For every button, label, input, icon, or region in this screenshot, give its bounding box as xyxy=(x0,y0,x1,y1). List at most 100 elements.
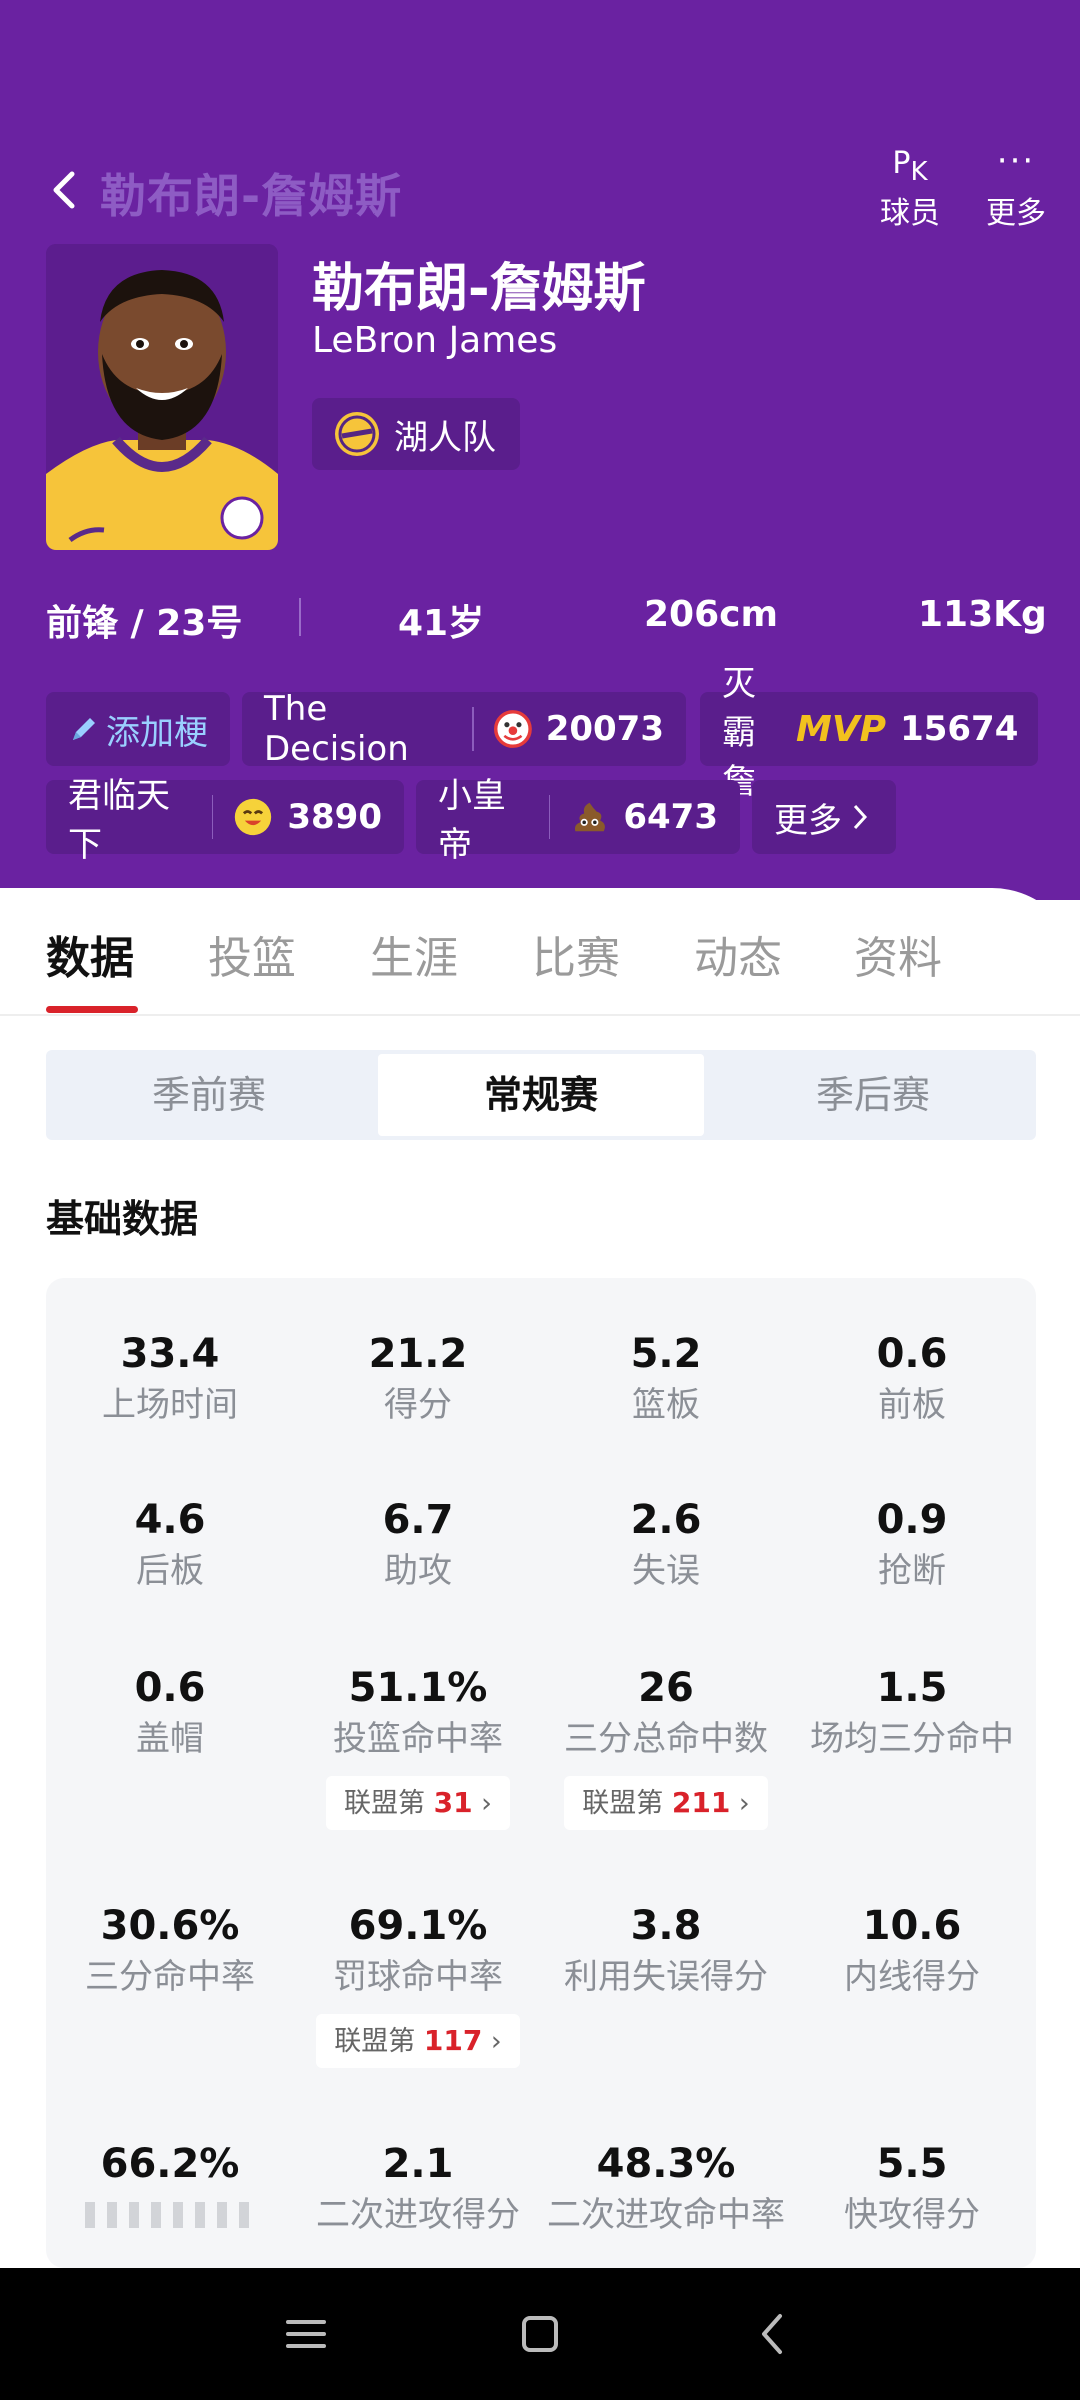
nickname-tag[interactable]: The Decision 20073 xyxy=(242,689,686,769)
stat-label: 上场时间 xyxy=(102,1385,238,1425)
player-name-cn: 勒布朗-詹姆斯 xyxy=(312,259,646,319)
stat-label: 快攻得分 xyxy=(844,2195,980,2235)
stat-item: 1.5 场均三分命中 xyxy=(788,1664,1036,1762)
content-panel: 数据 投篮 生涯 比赛 动态 资料 季前赛 常规赛 季后赛 基础数据 33.4 … xyxy=(0,888,1080,2268)
top-bar: 勒布朗-詹姆斯 PK 球员 ··· 更多 xyxy=(0,140,1080,240)
stat-value: 6.7 xyxy=(382,1497,454,1543)
tab-news[interactable]: 动态 xyxy=(694,922,782,986)
clown-icon xyxy=(493,710,532,748)
tag-divider xyxy=(548,795,551,839)
tab-shooting[interactable]: 投篮 xyxy=(208,922,296,986)
stat-value: 5.2 xyxy=(630,1331,702,1377)
stat-label: 后板 xyxy=(136,1551,204,1591)
league-rank-badge[interactable]: 联盟第 31 › xyxy=(326,1776,510,1830)
season-playoffs[interactable]: 季后赛 xyxy=(710,1050,1036,1140)
chevron-right-icon xyxy=(853,804,868,830)
tab-games[interactable]: 比赛 xyxy=(532,922,620,986)
stat-item: 6.7 助攻 xyxy=(294,1496,542,1594)
stat-item: 0.6 前板 xyxy=(788,1330,1036,1428)
add-nickname-label: 添加梗 xyxy=(106,712,208,753)
stat-value: 30.6% xyxy=(100,1903,240,1949)
nickname-count: 15674 xyxy=(900,709,1019,749)
nickname-count: 20073 xyxy=(545,709,664,749)
stat-label: 二次进攻得分 xyxy=(316,2195,520,2235)
stat-label: 内线得分 xyxy=(844,1957,980,1997)
rank-prefix: 联盟第 xyxy=(334,2026,416,2057)
stat-value: 66.2% xyxy=(100,2141,240,2187)
add-nickname-button[interactable]: 添加梗 xyxy=(46,692,230,766)
tab-data[interactable]: 数据 xyxy=(46,922,134,986)
stat-item: 69.1% 罚球命中率 联盟第 117 › xyxy=(294,1902,542,2068)
stat-label: 前板 xyxy=(878,1385,946,1425)
stat-value: 21.2 xyxy=(368,1331,468,1377)
pk-button[interactable]: PK 球员 xyxy=(860,146,960,232)
rank-prefix: 联盟第 xyxy=(582,1788,664,1819)
position-number: 前锋 / 23号 xyxy=(46,603,243,644)
stat-item: 48.3% 二次进攻命中率 xyxy=(542,2140,790,2238)
stat-item: 5.2 篮板 xyxy=(542,1330,790,1428)
nickname-tag[interactable]: 灭霸詹 MVP 15674 xyxy=(700,664,1038,802)
stat-item: 33.4 上场时间 xyxy=(46,1330,294,1428)
home-icon[interactable] xyxy=(514,2308,566,2360)
season-type-selector: 季前赛 常规赛 季后赛 xyxy=(46,1050,1036,1140)
poop-icon xyxy=(575,802,606,832)
season-preseason[interactable]: 季前赛 xyxy=(46,1050,372,1140)
league-rank-badge[interactable]: 联盟第 117 › xyxy=(316,2014,520,2068)
rank-value: 117 xyxy=(423,2024,483,2057)
tab-career[interactable]: 生涯 xyxy=(370,922,458,986)
more-nicknames-button[interactable]: 更多 xyxy=(752,780,896,854)
stat-item: 5.5 快攻得分 xyxy=(788,2140,1036,2238)
stat-label: 二次进攻命中率 xyxy=(547,2195,785,2235)
nickname-tag[interactable]: 君临天下 3890 xyxy=(46,776,404,865)
player-name-en: LeBron James xyxy=(312,320,558,361)
stat-label: 助攻 xyxy=(384,1551,452,1591)
stat-value: 2.6 xyxy=(630,1497,702,1543)
more-nicknames-label: 更多 xyxy=(774,800,842,841)
nickname-tag[interactable]: 小皇帝 6473 xyxy=(416,776,740,865)
nickname-text: 小皇帝 xyxy=(438,776,506,865)
back-nav-icon[interactable] xyxy=(748,2308,800,2360)
back-icon[interactable] xyxy=(44,168,88,212)
tab-profile[interactable]: 资料 xyxy=(854,922,942,986)
stat-value: 10.6 xyxy=(862,1903,962,1949)
stat-item: 21.2 得分 xyxy=(294,1330,542,1428)
stat-item: 10.6 内线得分 xyxy=(788,1902,1036,2000)
nickname-count: 3890 xyxy=(287,797,382,837)
pk-icon: PK xyxy=(892,146,928,187)
stat-value: 33.4 xyxy=(120,1331,220,1377)
league-rank-badge[interactable]: 联盟第 211 › xyxy=(564,1776,768,1830)
team-chip[interactable]: 湖人队 xyxy=(312,398,520,470)
rank-value: 31 xyxy=(433,1786,473,1819)
stat-label: 三分总命中数 xyxy=(564,1719,768,1759)
rank-prefix: 联盟第 xyxy=(344,1788,426,1819)
stat-item: 66.2% xyxy=(46,2140,294,2232)
season-regular[interactable]: 常规赛 xyxy=(378,1054,704,1136)
stat-value: 2.1 xyxy=(382,2141,454,2187)
player-header: 勒布朗-詹姆斯 PK 球员 ··· 更多 勒布朗-詹姆斯 LeBron Jame… xyxy=(0,0,1080,900)
stat-value: 5.5 xyxy=(876,2141,948,2187)
stat-item: 30.6% 三分命中率 xyxy=(46,1902,294,2000)
lakers-logo-icon xyxy=(335,412,379,456)
nickname-text: 君临天下 xyxy=(68,776,170,865)
menu-icon[interactable] xyxy=(280,2308,332,2360)
happy-face-icon xyxy=(235,798,272,836)
player-age: 41岁 xyxy=(398,603,485,644)
rank-value: 211 xyxy=(671,1786,731,1819)
stat-label: 抢断 xyxy=(878,1551,946,1591)
stat-value: 4.6 xyxy=(134,1497,206,1543)
chevron-right-icon: › xyxy=(738,1788,750,1819)
stat-item: 4.6 后板 xyxy=(46,1496,294,1594)
stat-value: 0.6 xyxy=(134,1665,206,1711)
info-divider xyxy=(299,598,301,636)
section-title: 基础数据 xyxy=(46,1197,199,1241)
player-info-row: 前锋 / 23号 41岁 206cm 113Kg xyxy=(0,594,1080,644)
stat-item: 51.1% 投篮命中率 联盟第 31 › xyxy=(294,1664,542,1830)
pencil-icon xyxy=(73,718,95,740)
stat-value: 69.1% xyxy=(348,1903,488,1949)
basic-stats-grid: 33.4 上场时间 21.2 得分 5.2 篮板 0.6 前板 4.6 后板 6… xyxy=(46,1278,1036,2268)
more-menu-button[interactable]: ··· 更多 xyxy=(966,144,1066,232)
stat-label: 场均三分命中 xyxy=(810,1719,1014,1759)
stat-label: 失误 xyxy=(632,1551,700,1591)
main-tabs: 数据 投篮 生涯 比赛 动态 资料 xyxy=(0,888,1080,1016)
stat-item: 0.9 抢断 xyxy=(788,1496,1036,1594)
